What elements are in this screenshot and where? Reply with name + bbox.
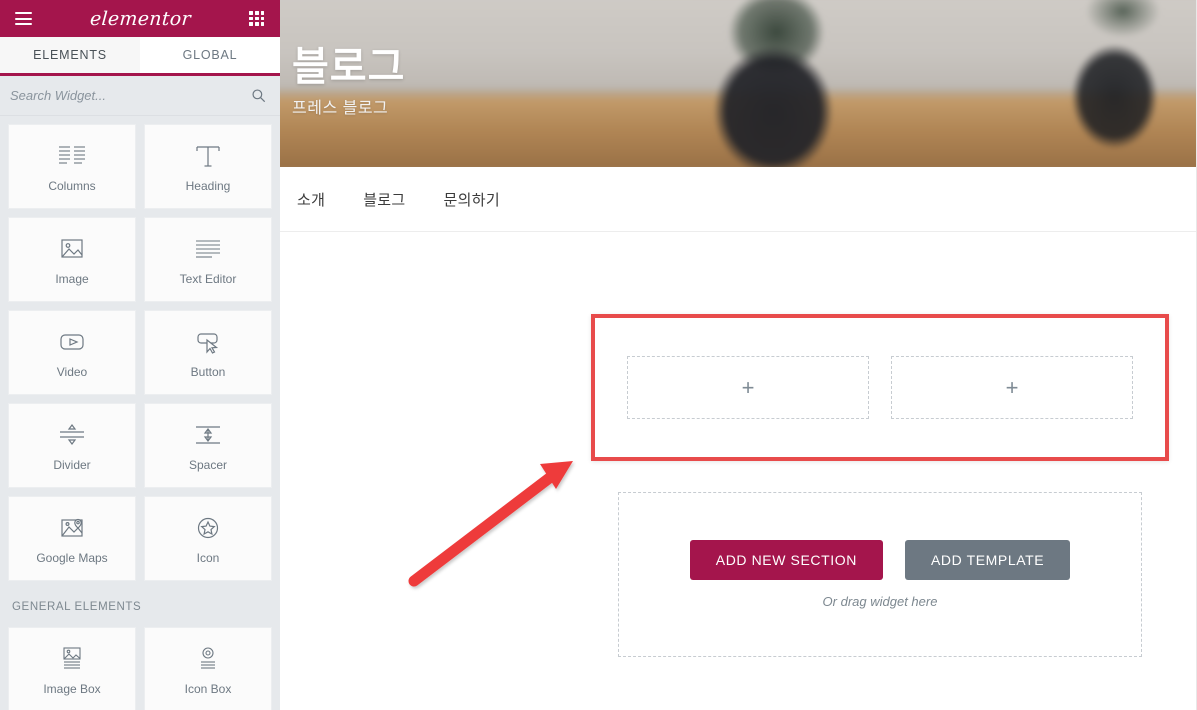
nav-item-about[interactable]: 소개 [297,189,325,210]
column-dropzone-1[interactable]: + [627,356,869,419]
widget-google-maps[interactable]: Google Maps [8,496,136,581]
general-elements-label: GENERAL ELEMENTS [12,601,142,613]
widget-label: Heading [185,178,231,193]
hero-subtitle: 프레스 블로그 [292,100,389,117]
hero-title: 블로그 [292,45,406,89]
widget-icon[interactable]: Icon [144,496,272,581]
add-new-section-button[interactable]: ADD NEW SECTION [689,540,883,580]
drag-widget-hint: Or drag widget here [822,594,938,609]
text-editor-icon [193,234,223,264]
column-dropzone-2[interactable]: + [891,356,1133,419]
site-navigation: 소개 블로그 문의하기 [280,167,1196,232]
star-icon [193,513,223,543]
widget-image[interactable]: Image [8,217,136,302]
widget-grid: Columns Heading Image Text Editor Video … [8,124,272,710]
widget-label: Spacer [188,457,228,472]
grid-apps-icon[interactable] [244,6,270,32]
search-input[interactable] [10,88,251,103]
plus-icon: + [1005,374,1019,400]
elementor-left-panel: elementor ELEMENTS GLOBAL Search Widget.… [0,0,280,710]
search-widget-row [0,76,280,116]
image-box-icon [57,644,87,674]
search-icon[interactable] [251,88,266,103]
hamburger-icon[interactable] [10,6,36,32]
columns-icon [57,141,87,171]
section-columns: + + [595,356,1165,419]
widget-video[interactable]: Video [8,310,136,395]
widget-label: Text Editor [179,271,237,286]
widget-label: Icon [196,550,220,565]
panel-header: elementor [0,0,280,37]
editor-body: + + ADD NEW SECTION ADD TEMPLATE Or drag… [280,232,1196,709]
widget-label: Image Box [43,681,101,696]
plus-icon: + [741,374,755,400]
add-section-area[interactable]: ADD NEW SECTION ADD TEMPLATE Or drag wid… [618,492,1142,657]
widget-spacer[interactable]: Spacer [144,403,272,488]
nav-item-contact[interactable]: 문의하기 [444,189,500,210]
divider-icon [57,420,87,450]
spacer-arrows-icon [193,420,223,450]
panel-tabs: ELEMENTS GLOBAL [0,37,280,76]
nav-item-blog[interactable]: 블로그 [363,189,405,210]
widget-text-editor[interactable]: Text Editor [144,217,272,302]
widget-divider[interactable]: Divider [8,403,136,488]
widget-label: Google Maps [36,550,108,565]
tab-global[interactable]: GLOBAL [140,37,280,73]
google-maps-icon [57,513,87,543]
widget-label: Icon Box [184,681,232,696]
elementor-editor: elementor ELEMENTS GLOBAL Search Widget.… [0,0,1197,710]
editor-canvas: 블로그 프레스 블로그 소개 블로그 문의하기 + + ADD NEW SECT… [280,0,1197,710]
button-cursor-icon [193,327,223,357]
hero-background-photo [280,0,1196,167]
widget-list-scroll[interactable]: Columns Heading Image Text Editor Video … [0,116,280,710]
widget-label: Columns [48,178,96,193]
site-hero: 블로그 프레스 블로그 [280,0,1196,167]
widget-heading[interactable]: Heading [144,124,272,209]
widget-label: Divider [53,457,91,472]
add-buttons-row: ADD NEW SECTION ADD TEMPLATE [689,540,1071,580]
widget-button[interactable]: Button [144,310,272,395]
widget-label: Video [56,364,88,379]
tab-elements[interactable]: ELEMENTS [0,37,140,76]
icon-box-icon [193,644,223,674]
selected-section-highlight[interactable]: + + [591,314,1169,461]
video-play-icon [57,327,87,357]
elementor-logo: elementor [88,7,192,30]
widget-columns[interactable]: Columns [8,124,136,209]
widget-label: Button [190,364,226,379]
widget-image-box[interactable]: Image Box [8,627,136,710]
hero-text-block: 블로그 프레스 블로그 [292,46,405,118]
widget-label: Image [55,271,89,286]
image-icon [57,234,87,264]
widget-icon-box[interactable]: Icon Box [144,627,272,710]
heading-t-icon [194,141,222,171]
add-template-button[interactable]: ADD TEMPLATE [904,540,1071,580]
